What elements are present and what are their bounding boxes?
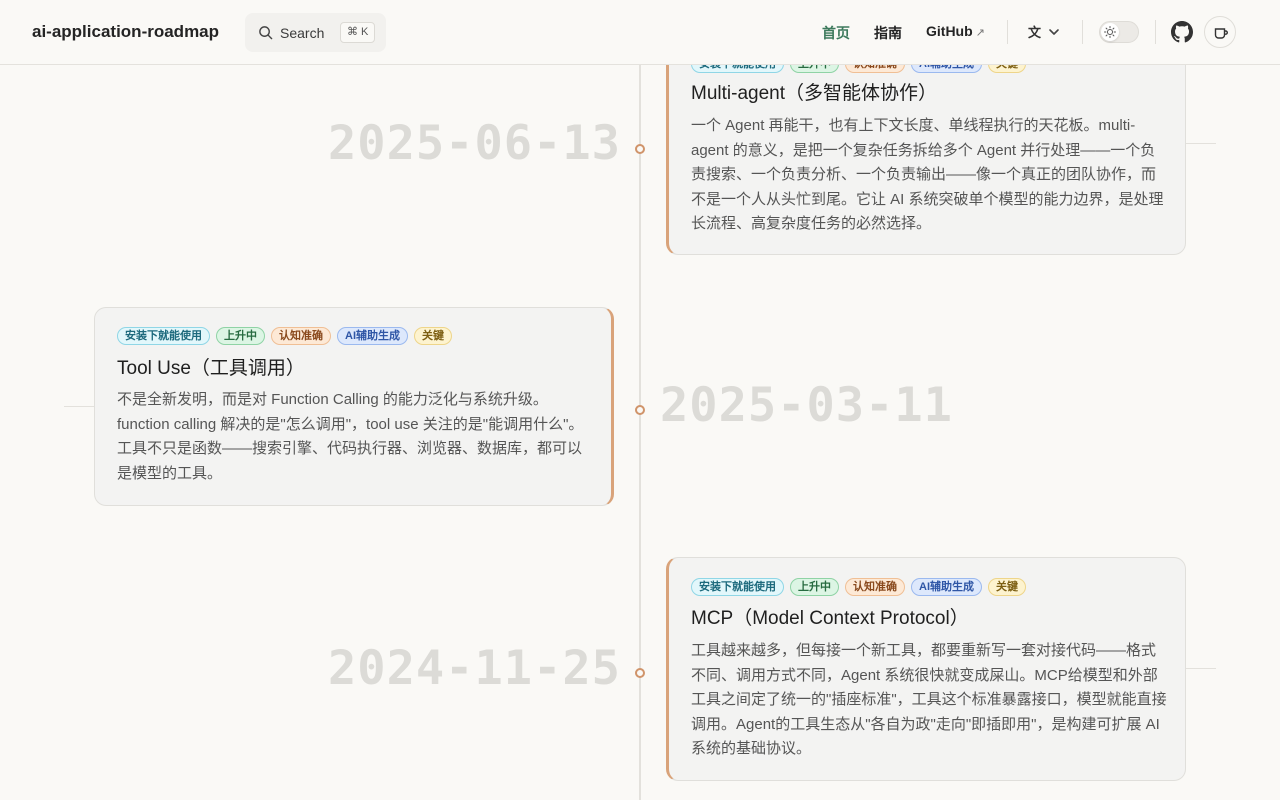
- timeline-date: 2025-06-13: [328, 116, 621, 171]
- nav-github-label: GitHub: [926, 23, 973, 39]
- timeline-date: 2024-11-25: [328, 641, 621, 696]
- card-title: Tool Use（工具调用）: [117, 358, 305, 379]
- card-body: 不是全新发明，而是对 Function Calling 的能力泛化与系统升级。f…: [117, 391, 584, 482]
- theme-toggle[interactable]: [1099, 21, 1139, 43]
- timeline-connector: [1186, 143, 1216, 144]
- search-icon: [259, 26, 273, 40]
- github-icon[interactable]: [1171, 21, 1193, 43]
- tag-badge: 安装下就能使用: [691, 578, 784, 596]
- tag-badge: AI辅助生成: [911, 578, 982, 596]
- search-shortcut: ⌘ K: [340, 22, 376, 43]
- top-navbar: ai-application-roadmap Search ⌘ K 首页 指南 …: [0, 0, 1280, 65]
- svg-text:文: 文: [1028, 25, 1042, 41]
- timeline-card[interactable]: 安装下就能使用 上升中 认知准确 AI辅助生成 关键 MCP（Model Context…: [666, 557, 1186, 781]
- tag-badge: 认知准确: [271, 327, 331, 345]
- coffee-cup-icon: [1214, 28, 1228, 39]
- tag-badge: 安装下就能使用: [117, 327, 210, 345]
- tag-badge: 上升中: [216, 327, 265, 345]
- tag-badge: AI辅助生成: [337, 327, 408, 345]
- divider: [1007, 20, 1008, 44]
- tag-list: 安装下就能使用上升中认知准确 AI辅助生成关键: [691, 578, 1026, 596]
- timeline-connector: [64, 406, 94, 407]
- tag-badge: 上升中: [790, 578, 839, 596]
- card-body: 工具越来越多，但每接一个新工具，都要重新写一套对接代码——格式不同、调用方式不同…: [691, 642, 1167, 757]
- nav-home[interactable]: 首页: [822, 23, 850, 43]
- nav-github[interactable]: GitHub ↗: [926, 23, 985, 39]
- card-title: Multi-agent（多智能体协作）: [691, 83, 937, 104]
- tag-badge: 关键: [988, 578, 1026, 596]
- timeline-connector: [1186, 668, 1216, 669]
- timeline-axis: [639, 65, 641, 800]
- tag-badge: 关键: [414, 327, 452, 345]
- sun-icon: [1101, 23, 1119, 41]
- divider: [1155, 20, 1156, 44]
- translate-icon: 文: [1028, 25, 1059, 41]
- search-label: Search: [280, 25, 325, 41]
- language-switch[interactable]: 文: [1028, 22, 1062, 42]
- card-title: MCP（Model Context Protocol）: [691, 608, 969, 629]
- timeline-dot: [635, 668, 645, 678]
- timeline-dot: [635, 405, 645, 415]
- timeline-dot: [635, 144, 645, 154]
- search-button[interactable]: Search ⌘ K: [245, 13, 386, 52]
- external-link-icon: ↗: [975, 27, 985, 39]
- tag-list: 安装下就能使用上升中认知准确 AI辅助生成关键: [117, 327, 452, 345]
- divider: [1082, 20, 1083, 44]
- timeline-card[interactable]: 安装下就能使用上升中认知准确AI辅助生成关键 Multi-agent（多智能体协…: [666, 40, 1186, 255]
- card-body: 一个 Agent 再能干，也有上下文长度、单线程执行的天花板。multi-age…: [691, 117, 1164, 232]
- nav-guide[interactable]: 指南: [874, 23, 902, 43]
- coffee-cup-button[interactable]: [1204, 16, 1236, 48]
- tag-badge: 认知准确: [845, 578, 905, 596]
- site-title[interactable]: ai-application-roadmap: [32, 22, 219, 42]
- timeline-date: 2025-03-11: [660, 378, 953, 433]
- timeline-card[interactable]: 安装下就能使用 上升中 认知准确 AI辅助生成 关键 Tool Use（工具调用） 不是…: [94, 307, 614, 506]
